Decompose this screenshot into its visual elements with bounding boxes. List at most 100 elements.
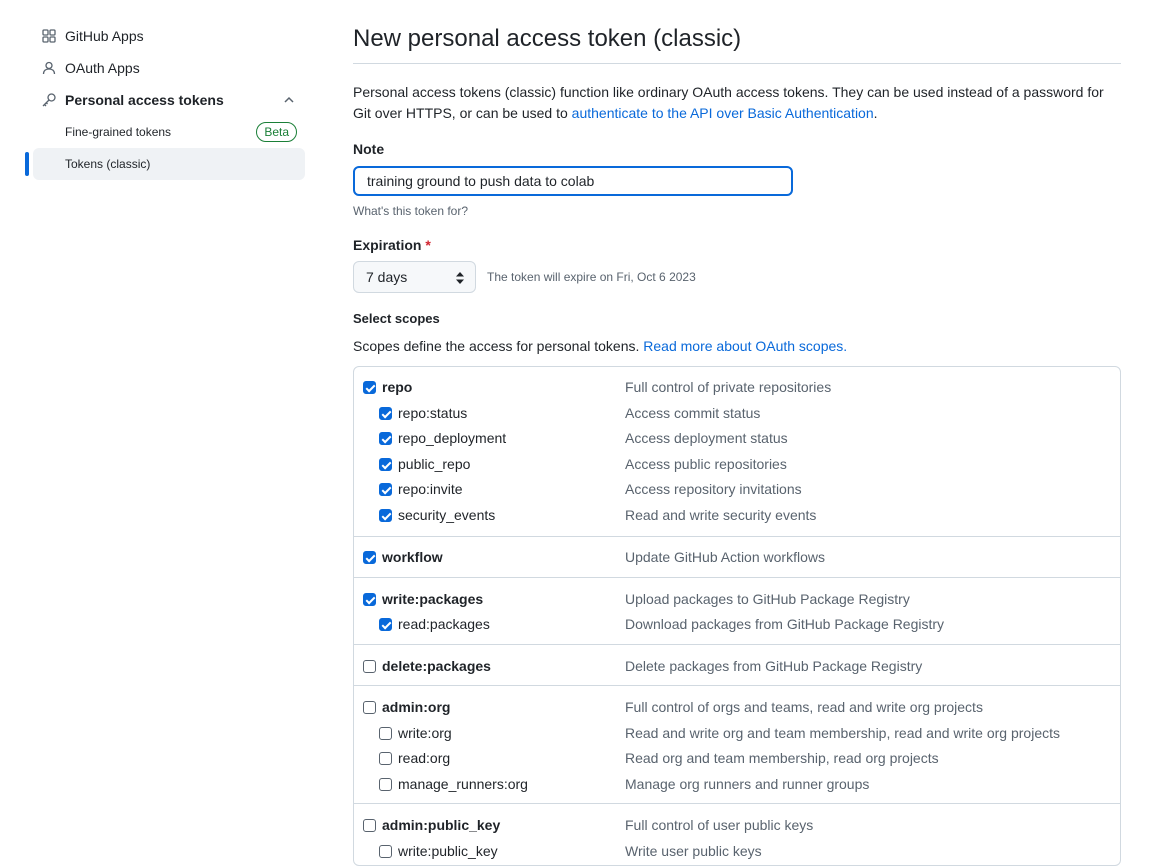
scope-name: public_repo	[398, 456, 471, 472]
scope-name: write:public_key	[398, 843, 498, 859]
scope-checkbox-repo-status[interactable]	[379, 407, 392, 420]
required-mark: *	[425, 237, 431, 253]
scope-checkbox-repo[interactable]	[363, 381, 376, 394]
scope-row: write:packages Upload packages to GitHub…	[354, 588, 1120, 612]
scope-group-workflow: workflow Update GitHub Action workflows	[354, 536, 1120, 578]
scope-checkbox-repo-invite[interactable]	[379, 483, 392, 496]
settings-sidebar: GitHub Apps OAuth Apps Personal access t…	[0, 0, 320, 850]
scope-description: Read org and team membership, read org p…	[625, 750, 939, 766]
note-hint: What's this token for?	[353, 204, 469, 218]
scope-checkbox-delete-packages[interactable]	[363, 660, 376, 673]
scope-checkbox-read-packages[interactable]	[379, 618, 392, 631]
scope-row: write:org Read and write org and team me…	[354, 722, 1120, 746]
scope-name: repo:invite	[398, 481, 463, 497]
scope-name: repo	[382, 379, 413, 395]
sidebar-item-oauth-apps[interactable]: OAuth Apps	[33, 52, 305, 84]
note-label: Note	[353, 141, 385, 157]
scope-description: Access public repositories	[625, 456, 787, 472]
scope-name: repo:status	[398, 405, 468, 421]
scope-checkbox-admin-public-key[interactable]	[363, 819, 376, 832]
active-indicator	[25, 152, 29, 176]
sidebar-item-personal-access-tokens[interactable]: Personal access tokens	[33, 84, 305, 116]
scope-name: write:org	[398, 725, 452, 741]
scope-name: repo_deployment	[398, 430, 507, 446]
page-title: New personal access token (classic)	[353, 25, 742, 52]
intro-end: .	[873, 105, 878, 121]
scope-row: admin:org Full control of orgs and teams…	[354, 696, 1120, 720]
scope-description: Full control of user public keys	[625, 817, 814, 833]
scope-name: admin:public_key	[382, 817, 501, 833]
sidebar-item-label: Fine-grained tokens	[65, 125, 172, 139]
select-scopes-label: Select scopes	[353, 311, 440, 326]
expiration-select[interactable]: 7 days	[353, 261, 476, 293]
sidebar-item-label: Tokens (classic)	[65, 157, 151, 171]
title-divider	[353, 63, 1121, 64]
basic-auth-link[interactable]: authenticate to the API over Basic Authe…	[572, 105, 874, 121]
scope-checkbox-workflow[interactable]	[363, 551, 376, 564]
expiration-label-text: Expiration	[353, 237, 422, 253]
scope-checkbox-write-org[interactable]	[379, 727, 392, 740]
expiration-label: Expiration *	[353, 237, 431, 253]
scope-name: delete:packages	[382, 658, 491, 674]
scope-group-write-packages: write:packages Upload packages to GitHub…	[354, 577, 1120, 645]
intro-paragraph: Personal access tokens (classic) functio…	[353, 82, 1121, 124]
scope-name: manage_runners:org	[398, 776, 528, 792]
scope-row: write:public_key Write user public keys	[354, 840, 1120, 864]
scope-name: security_events	[398, 507, 496, 523]
note-input[interactable]	[353, 166, 793, 196]
scope-checkbox-public-repo[interactable]	[379, 458, 392, 471]
scope-checkbox-security-events[interactable]	[379, 509, 392, 522]
scope-row: admin:public_key Full control of user pu…	[354, 814, 1120, 838]
scope-description: Manage org runners and runner groups	[625, 776, 870, 792]
sidebar-item-github-apps[interactable]: GitHub Apps	[33, 20, 305, 52]
key-icon	[41, 92, 57, 108]
scopes-description: Scopes define the access for personal to…	[353, 338, 847, 354]
scope-row: public_repo Access public repositories	[354, 453, 1120, 477]
scope-row: repo Full control of private repositorie…	[354, 376, 1120, 400]
expiration-selected-value: 7 days	[366, 269, 408, 285]
sidebar-item-fine-grained-tokens[interactable]: Fine-grained tokens Beta	[33, 116, 305, 148]
apps-grid-icon	[41, 28, 57, 44]
sidebar-item-label: OAuth Apps	[65, 60, 140, 76]
chevron-up-icon[interactable]	[281, 92, 297, 108]
scopes-description-text: Scopes define the access for personal to…	[353, 338, 644, 354]
scope-description: Write user public keys	[625, 843, 762, 859]
scope-description: Upload packages to GitHub Package Regist…	[625, 591, 910, 607]
scope-description: Update GitHub Action workflows	[625, 549, 825, 565]
scope-row: repo:status Access commit status	[354, 402, 1120, 426]
scope-checkbox-write-packages[interactable]	[363, 593, 376, 606]
scope-checkbox-write-public-key[interactable]	[379, 845, 392, 858]
scope-description: Access commit status	[625, 405, 761, 421]
scope-row: repo_deployment Access deployment status	[354, 427, 1120, 451]
person-icon	[41, 60, 57, 76]
sidebar-item-tokens-classic[interactable]: Tokens (classic)	[33, 148, 305, 180]
scope-row: manage_runners:org Manage org runners an…	[354, 773, 1120, 797]
scope-description: Read and write security events	[625, 507, 817, 523]
scope-row: workflow Update GitHub Action workflows	[354, 546, 1120, 570]
scope-name: admin:org	[382, 699, 451, 715]
sidebar-item-label: Personal access tokens	[65, 92, 224, 108]
scope-group-delete-packages: delete:packages Delete packages from Git…	[354, 644, 1120, 686]
scope-description: Access deployment status	[625, 430, 788, 446]
scope-checkbox-repo-deployment[interactable]	[379, 432, 392, 445]
scope-description: Delete packages from GitHub Package Regi…	[625, 658, 923, 674]
scope-row: security_events Read and write security …	[354, 504, 1120, 528]
sidebar-item-label: GitHub Apps	[65, 28, 144, 44]
scope-name: read:org	[398, 750, 451, 766]
scope-name: read:packages	[398, 616, 490, 632]
scope-checkbox-manage-runners-org[interactable]	[379, 778, 392, 791]
scope-checkbox-read-org[interactable]	[379, 752, 392, 765]
scope-description: Access repository invitations	[625, 481, 802, 497]
oauth-scopes-link[interactable]: Read more about OAuth scopes.	[643, 338, 847, 354]
scope-row: repo:invite Access repository invitation…	[354, 478, 1120, 502]
scope-group-admin-org: admin:org Full control of orgs and teams…	[354, 685, 1120, 804]
scopes-list: repo Full control of private repositorie…	[353, 366, 1121, 866]
scope-row: read:org Read org and team membership, r…	[354, 747, 1120, 771]
expiration-message: The token will expire on Fri, Oct 6 2023	[487, 270, 696, 284]
select-arrows-icon	[455, 270, 465, 286]
scope-name: workflow	[382, 549, 443, 565]
scope-description: Download packages from GitHub Package Re…	[625, 616, 945, 632]
scope-description: Full control of orgs and teams, read and…	[625, 699, 983, 715]
scope-row: read:packages Download packages from Git…	[354, 613, 1120, 637]
scope-checkbox-admin-org[interactable]	[363, 701, 376, 714]
